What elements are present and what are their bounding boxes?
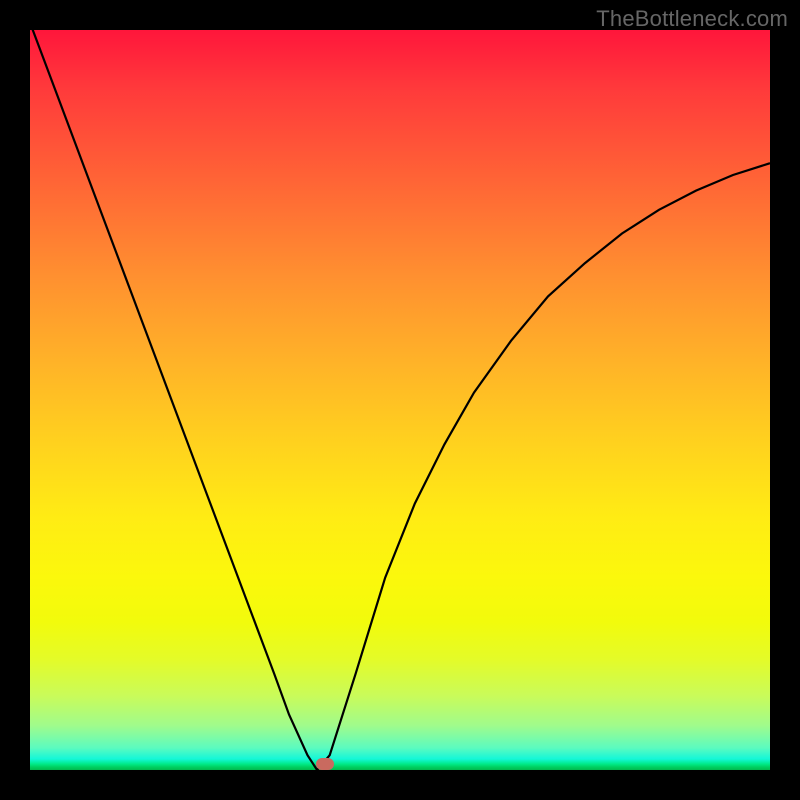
optimal-point-marker xyxy=(316,758,334,770)
bottleneck-curve xyxy=(30,30,770,770)
watermark-text: TheBottleneck.com xyxy=(596,6,788,32)
chart-frame: TheBottleneck.com xyxy=(0,0,800,800)
chart-plot-area xyxy=(30,30,770,770)
